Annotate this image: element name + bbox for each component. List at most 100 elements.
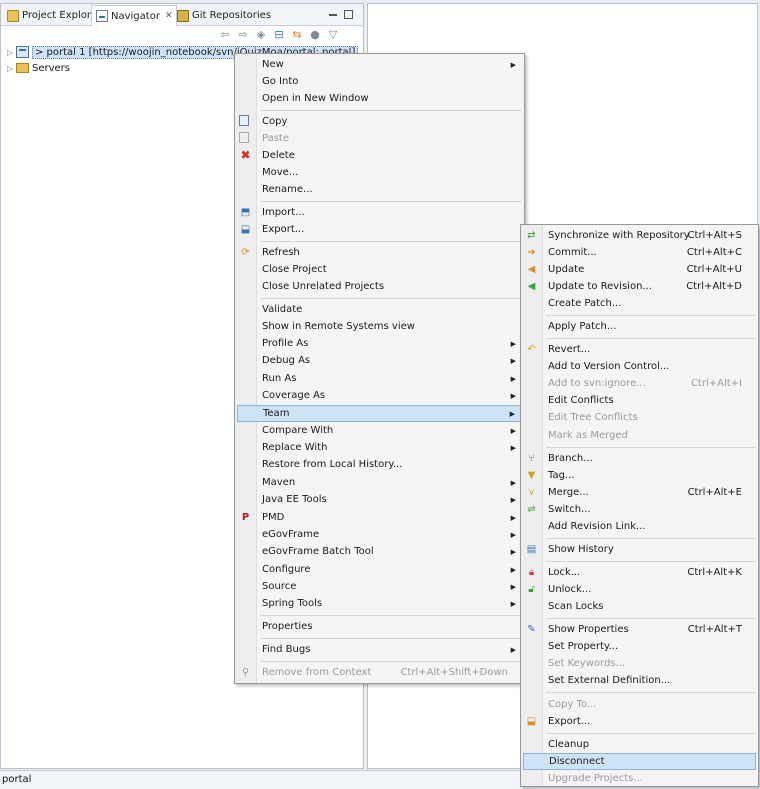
menu-item-revert[interactable]: ↶ Revert... [523, 341, 756, 358]
view-menu-chevron-down-icon[interactable]: ▽ [327, 29, 339, 41]
menu-item-compare-with[interactable]: Compare With ▶ [237, 422, 522, 439]
expand-arrow-icon[interactable]: ▷ [7, 64, 16, 73]
minimize-icon[interactable] [327, 8, 339, 20]
menu-item-coverage-as[interactable]: Coverage As ▶ [237, 387, 522, 404]
menu-item-delete[interactable]: ✖ Delete [237, 147, 522, 164]
filter-icon[interactable]: ● [309, 29, 321, 41]
menu-item-export[interactable]: ⬓ Export... [237, 221, 522, 238]
menu-item-close-unrelated[interactable]: Close Unrelated Projects [237, 278, 522, 295]
menu-item-create-patch[interactable]: Create Patch... [523, 295, 756, 312]
menu-item-set-external[interactable]: Set External Definition... [523, 672, 756, 689]
forward-arrow-icon[interactable]: ⇨ [237, 29, 249, 41]
menu-item-properties[interactable]: Properties [237, 618, 522, 635]
menu-item-update[interactable]: ◀ Update Ctrl+Alt+U [523, 261, 756, 278]
menu-item-update-revision[interactable]: ◀ Update to Revision... Ctrl+Alt+D [523, 278, 756, 295]
menu-item-unlock[interactable]: 🔓︎ Unlock... [523, 581, 756, 598]
menu-item-pmd[interactable]: P PMD ▶ [237, 509, 522, 526]
menu-item-show-history[interactable]: ▤ Show History [523, 541, 756, 558]
menu-item-close-project[interactable]: Close Project [237, 261, 522, 278]
team-submenu: ⇄ Synchronize with Repository Ctrl+Alt+S ➜… [520, 224, 759, 787]
menu-item-show-properties[interactable]: ✎ Show Properties Ctrl+Alt+T [523, 621, 756, 638]
menu-item-add-svnignore[interactable]: Add to svn:ignore... Ctrl+Alt+I [523, 375, 756, 392]
menu-item-edit-conflicts[interactable]: Edit Conflicts [523, 392, 756, 409]
tree-item-servers[interactable]: ▷ Servers [7, 61, 70, 75]
menu-item-synchronize[interactable]: ⇄ Synchronize with Repository Ctrl+Alt+S [523, 227, 756, 244]
menu-item-validate[interactable]: Validate [237, 301, 522, 318]
menu-item-run-as[interactable]: Run As ▶ [237, 370, 522, 387]
menu-item-upgrade-projects[interactable]: Upgrade Projects... [523, 770, 756, 787]
back-arrow-icon[interactable]: ⇦ [219, 29, 231, 41]
menu-item-export[interactable]: ⬓ Export... [523, 713, 756, 730]
export-icon: ⬓ [240, 224, 251, 235]
tab-git-repositories[interactable]: Git Repositories [173, 5, 275, 26]
menu-label: Switch... [548, 504, 591, 515]
menu-label: Source [262, 581, 297, 592]
menu-item-set-keywords[interactable]: Set Keywords... [523, 655, 756, 672]
menu-separator [260, 638, 522, 639]
menu-item-find-bugs[interactable]: Find Bugs ▶ [237, 641, 522, 658]
submenu-arrow-icon: ▶ [510, 426, 516, 435]
up-icon[interactable]: ◈ [255, 29, 267, 41]
menu-item-new[interactable]: New ▶ [237, 56, 522, 73]
menu-item-java-ee-tools[interactable]: Java EE Tools ▶ [237, 491, 522, 508]
menu-item-restore-history[interactable]: Restore from Local History... [237, 456, 522, 473]
unlock-icon: 🔓︎ [528, 584, 535, 595]
submenu-arrow-icon: ▶ [510, 513, 516, 522]
collapse-all-icon[interactable]: ⊟ [273, 29, 285, 41]
link-with-editor-icon[interactable]: ⇆ [291, 29, 303, 41]
menu-item-add-version-control[interactable]: Add to Version Control... [523, 358, 756, 375]
menu-item-switch[interactable]: ⇌ Switch... [523, 501, 756, 518]
menu-item-add-revision-link[interactable]: Add Revision Link... [523, 518, 756, 535]
menu-item-rename[interactable]: Rename... [237, 181, 522, 198]
menu-item-mark-merged[interactable]: Mark as Merged [523, 427, 756, 444]
menu-label: Copy [262, 116, 288, 127]
export-icon: ⬓ [526, 716, 537, 727]
menu-item-move[interactable]: Move... [237, 164, 522, 181]
tag-icon: ▼ [527, 470, 536, 481]
menu-item-configure[interactable]: Configure ▶ [237, 561, 522, 578]
menu-item-replace-with[interactable]: Replace With ▶ [237, 439, 522, 456]
menu-label: Profile As [262, 338, 309, 349]
menu-item-disconnect[interactable]: Disconnect [523, 753, 756, 770]
menu-label: Refresh [262, 247, 300, 258]
menu-item-scan-locks[interactable]: Scan Locks [523, 598, 756, 615]
menu-item-profile-as[interactable]: Profile As ▶ [237, 335, 522, 352]
menu-item-merge[interactable]: ⋎ Merge... Ctrl+Alt+E [523, 484, 756, 501]
menu-separator [260, 201, 522, 202]
menu-item-maven[interactable]: Maven ▶ [237, 474, 522, 491]
menu-label: Delete [262, 150, 295, 161]
menu-item-team[interactable]: Team ▶ [237, 405, 522, 422]
menu-item-tag[interactable]: ▼ Tag... [523, 467, 756, 484]
menu-label: New [262, 59, 284, 70]
tab-project-explorer[interactable]: Project Explorer [3, 5, 105, 26]
menu-item-copy-to[interactable]: Copy To... [523, 696, 756, 713]
menu-item-edit-tree-conflicts[interactable]: Edit Tree Conflicts [523, 409, 756, 426]
menu-item-egovframe[interactable]: eGovFrame ▶ [237, 526, 522, 543]
menu-item-source[interactable]: Source ▶ [237, 578, 522, 595]
menu-item-commit[interactable]: ➜ Commit... Ctrl+Alt+C [523, 244, 756, 261]
menu-label: Unlock... [548, 584, 592, 595]
menu-item-lock[interactable]: 🔒︎ Lock... Ctrl+Alt+K [523, 564, 756, 581]
menu-item-import[interactable]: ⬒ Import... [237, 204, 522, 221]
menu-label: Maven [262, 477, 296, 488]
tab-navigator[interactable]: Navigator ✕ [91, 5, 178, 26]
menu-item-go-into[interactable]: Go Into [237, 73, 522, 90]
menu-item-debug-as[interactable]: Debug As ▶ [237, 352, 522, 369]
maximize-icon[interactable] [344, 10, 353, 19]
expand-arrow-icon[interactable]: ▷ [7, 48, 16, 57]
close-icon[interactable]: ✕ [165, 11, 173, 21]
menu-item-remove-context[interactable]: ⚲ Remove from Context Ctrl+Alt+Shift+Down [237, 664, 522, 681]
menu-item-refresh[interactable]: ⟳ Refresh [237, 244, 522, 261]
menu-item-apply-patch[interactable]: Apply Patch... [523, 318, 756, 335]
menu-label: Run As [262, 373, 297, 384]
menu-item-show-remote[interactable]: Show in Remote Systems view [237, 318, 522, 335]
menu-item-copy[interactable]: Copy [237, 113, 522, 130]
menu-item-paste[interactable]: Paste [237, 130, 522, 147]
menu-item-egovframe-batch[interactable]: eGovFrame Batch Tool ▶ [237, 543, 522, 560]
context-menu: New ▶ Go Into Open in New Window Copy Pas… [234, 53, 525, 684]
menu-item-spring-tools[interactable]: Spring Tools ▶ [237, 595, 522, 612]
menu-item-branch[interactable]: ⑂ Branch... [523, 450, 756, 467]
menu-item-set-property[interactable]: Set Property... [523, 638, 756, 655]
menu-item-cleanup[interactable]: Cleanup [523, 736, 756, 753]
menu-item-open-new-window[interactable]: Open in New Window [237, 90, 522, 107]
